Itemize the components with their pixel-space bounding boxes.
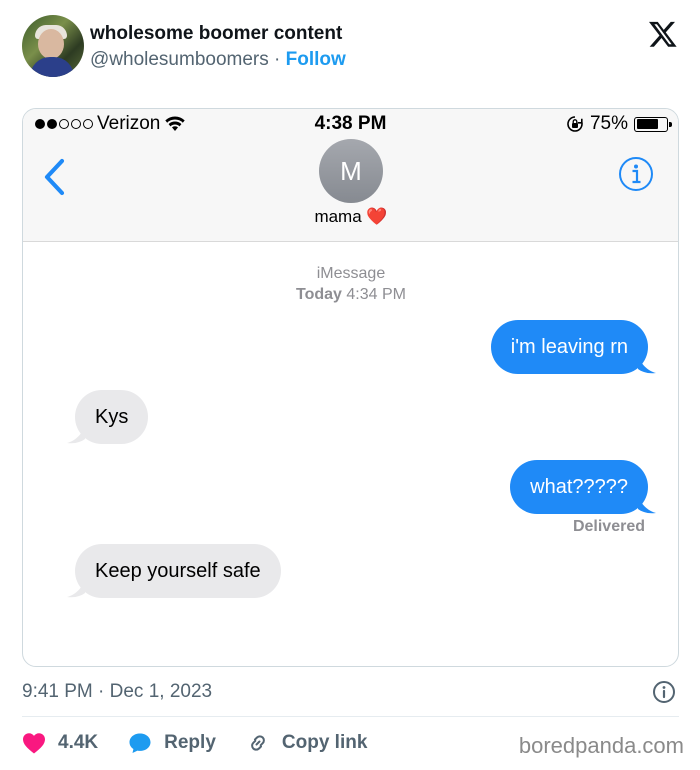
link-icon [251, 735, 265, 751]
x-logo-icon[interactable] [648, 19, 678, 49]
message-thread: iMessage Today 4:34 PM i'm leaving rn Ky… [23, 242, 678, 666]
message-text: Keep yourself safe [95, 560, 261, 582]
tweet-timestamp[interactable]: 9:41 PM · Dec 1, 2023 [22, 681, 212, 703]
tweet-header: wholesome boomer content @wholesumboomer… [22, 15, 682, 79]
chevron-left-icon[interactable] [41, 157, 67, 197]
thread-date-time: 4:34 PM [346, 286, 406, 303]
message-text: i'm leaving rn [510, 336, 628, 358]
contact-avatar[interactable]: M [319, 139, 383, 203]
bubble-tail [638, 494, 656, 514]
service-label: iMessage [316, 265, 386, 282]
contact-name[interactable]: mama ❤️ [23, 207, 678, 227]
like-count: 4.4K [58, 732, 99, 753]
bubble-tail [67, 424, 85, 444]
delivered-status: Delivered [572, 518, 645, 535]
author-name[interactable]: wholesome boomer content [90, 23, 342, 45]
info-icon[interactable] [652, 680, 676, 704]
thread-date-day: Today [296, 286, 342, 303]
copy-link-button[interactable]: Copy link [246, 731, 368, 755]
message-bubble-outgoing[interactable]: what????? [510, 460, 656, 514]
bubble-tail [67, 578, 85, 598]
copy-link-label: Copy link [281, 732, 368, 753]
battery-icon [634, 116, 672, 132]
message-bubble-incoming[interactable]: Keep yourself safe [67, 544, 281, 598]
watermark: boredpanda.com [518, 733, 684, 758]
author-handle[interactable]: @wholesumboomers [90, 49, 269, 70]
author-avatar[interactable] [22, 15, 84, 77]
status-right: 75% [566, 113, 672, 135]
message-bubble-incoming[interactable]: Kys [67, 390, 149, 444]
message-screenshot[interactable]: Verizon 4:38 PM 75% M mama ❤️ iMessage T… [22, 108, 679, 667]
reply-label: Reply [164, 732, 216, 753]
message-bubble-outgoing[interactable]: i'm leaving rn [490, 320, 656, 374]
reply-bubble-icon [129, 733, 151, 753]
like-button[interactable]: 4.4K [22, 732, 98, 754]
heart-icon [23, 733, 45, 754]
follow-button[interactable]: Follow [286, 49, 346, 70]
divider [22, 716, 679, 717]
info-icon[interactable] [618, 156, 654, 192]
orientation-lock-icon [567, 116, 583, 132]
status-bar: Verizon 4:38 PM 75% [23, 109, 678, 139]
thread-date: Today 4:34 PM [23, 286, 678, 304]
tweet-actions: 4.4K Reply Copy link [22, 728, 397, 758]
message-text: what????? [530, 476, 628, 498]
conversation-header: M mama ❤️ [23, 139, 678, 242]
battery-fill [636, 119, 659, 129]
battery-percentage: 75% [589, 113, 628, 134]
message-text: Kys [95, 406, 129, 428]
reply-button[interactable]: Reply [128, 732, 216, 754]
author-handle-line: @wholesumboomers · Follow [90, 49, 346, 71]
bubble-tail [638, 354, 656, 374]
handle-separator: · [268, 49, 286, 70]
